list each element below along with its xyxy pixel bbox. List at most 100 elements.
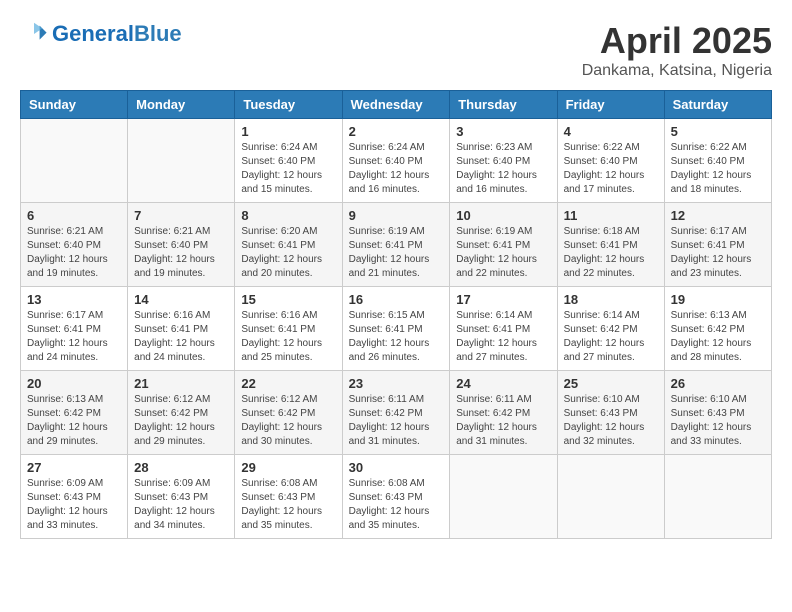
day-info: Sunrise: 6:16 AMSunset: 6:41 PMDaylight:…: [241, 309, 335, 365]
column-header-wednesday: Wednesday: [342, 91, 450, 119]
calendar-week-4: 20 Sunrise: 6:13 AMSunset: 6:42 PMDayligh…: [21, 371, 772, 455]
day-number: 18: [564, 292, 658, 307]
day-info: Sunrise: 6:08 AMSunset: 6:43 PMDaylight:…: [349, 477, 444, 533]
day-info: Sunrise: 6:19 AMSunset: 6:41 PMDaylight:…: [349, 225, 444, 281]
day-info: Sunrise: 6:13 AMSunset: 6:42 PMDaylight:…: [27, 393, 121, 449]
calendar-cell: 13 Sunrise: 6:17 AMSunset: 6:41 PMDayligh…: [21, 287, 128, 371]
day-info: Sunrise: 6:15 AMSunset: 6:41 PMDaylight:…: [349, 309, 444, 365]
calendar-cell: 19Sunrise: 6:13 AMSunset: 6:42 PMDayligh…: [664, 287, 771, 371]
calendar-header-row: SundayMondayTuesdayWednesdayThursdayFrid…: [21, 91, 772, 119]
calendar-cell: 23Sunrise: 6:11 AMSunset: 6:42 PMDayligh…: [342, 371, 450, 455]
calendar-cell: [557, 455, 664, 539]
day-number: 16: [349, 292, 444, 307]
day-info: Sunrise: 6:14 AMSunset: 6:42 PMDaylight:…: [564, 309, 658, 365]
day-number: 22: [241, 376, 335, 391]
column-header-saturday: Saturday: [664, 91, 771, 119]
day-info: Sunrise: 6:17 AMSunset: 6:41 PMDaylight:…: [27, 309, 121, 365]
day-info: Sunrise: 6:18 AMSunset: 6:41 PMDaylight:…: [564, 225, 658, 281]
day-info: Sunrise: 6:20 AMSunset: 6:41 PMDaylight:…: [241, 225, 335, 281]
day-number: 29: [241, 460, 335, 475]
calendar-cell: 14 Sunrise: 6:16 AMSunset: 6:41 PMDayligh…: [128, 287, 235, 371]
calendar-cell: 5 Sunrise: 6:22 AMSunset: 6:40 PMDaylight…: [664, 119, 771, 203]
day-number: 2: [349, 124, 444, 139]
calendar-cell: 12Sunrise: 6:17 AMSunset: 6:41 PMDayligh…: [664, 203, 771, 287]
calendar-cell: 25 Sunrise: 6:10 AMSunset: 6:43 PMDayligh…: [557, 371, 664, 455]
day-number: 25: [564, 376, 658, 391]
calendar-cell: 3 Sunrise: 6:23 AMSunset: 6:40 PMDaylight…: [450, 119, 557, 203]
page-header: GeneralBlue April 2025 Dankama, Katsina,…: [20, 20, 772, 80]
calendar-cell: 16 Sunrise: 6:15 AMSunset: 6:41 PMDayligh…: [342, 287, 450, 371]
day-number: 20: [27, 376, 121, 391]
calendar-cell: 27Sunrise: 6:09 AMSunset: 6:43 PMDayligh…: [21, 455, 128, 539]
calendar-week-2: 6 Sunrise: 6:21 AMSunset: 6:40 PMDaylight…: [21, 203, 772, 287]
day-info: Sunrise: 6:21 AMSunset: 6:40 PMDaylight:…: [27, 225, 121, 281]
day-number: 15: [241, 292, 335, 307]
day-number: 3: [456, 124, 550, 139]
day-number: 30: [349, 460, 444, 475]
day-info: Sunrise: 6:16 AMSunset: 6:41 PMDaylight:…: [134, 309, 228, 365]
day-number: 14: [134, 292, 228, 307]
day-info: Sunrise: 6:10 AMSunset: 6:43 PMDaylight:…: [564, 393, 658, 449]
day-info: Sunrise: 6:11 AMSunset: 6:42 PMDaylight:…: [456, 393, 550, 449]
calendar-cell: 6 Sunrise: 6:21 AMSunset: 6:40 PMDaylight…: [21, 203, 128, 287]
day-number: 13: [27, 292, 121, 307]
calendar-cell: 11 Sunrise: 6:18 AMSunset: 6:41 PMDayligh…: [557, 203, 664, 287]
day-info: Sunrise: 6:09 AMSunset: 6:43 PMDaylight:…: [134, 477, 228, 533]
day-number: 12: [671, 208, 765, 223]
calendar-cell: 4Sunrise: 6:22 AMSunset: 6:40 PMDaylight…: [557, 119, 664, 203]
calendar-cell: 1 Sunrise: 6:24 AMSunset: 6:40 PMDaylight…: [235, 119, 342, 203]
day-info: Sunrise: 6:12 AMSunset: 6:42 PMDaylight:…: [134, 393, 228, 449]
day-number: 4: [564, 124, 658, 139]
day-info: Sunrise: 6:21 AMSunset: 6:40 PMDaylight:…: [134, 225, 228, 281]
day-number: 23: [349, 376, 444, 391]
day-info: Sunrise: 6:22 AMSunset: 6:40 PMDaylight:…: [671, 141, 765, 197]
day-info: Sunrise: 6:10 AMSunset: 6:43 PMDaylight:…: [671, 393, 765, 449]
column-header-sunday: Sunday: [21, 91, 128, 119]
day-info: Sunrise: 6:09 AMSunset: 6:43 PMDaylight:…: [27, 477, 121, 533]
day-info: Sunrise: 6:24 AMSunset: 6:40 PMDaylight:…: [349, 141, 444, 197]
day-info: Sunrise: 6:14 AMSunset: 6:41 PMDaylight:…: [456, 309, 550, 365]
day-number: 26: [671, 376, 765, 391]
day-number: 17: [456, 292, 550, 307]
calendar-cell: [128, 119, 235, 203]
day-info: Sunrise: 6:19 AMSunset: 6:41 PMDaylight:…: [456, 225, 550, 281]
title-block: April 2025 Dankama, Katsina, Nigeria: [582, 20, 772, 80]
calendar-cell: 21 Sunrise: 6:12 AMSunset: 6:42 PMDayligh…: [128, 371, 235, 455]
logo-icon: [20, 20, 48, 48]
column-header-monday: Monday: [128, 91, 235, 119]
calendar-cell: 8 Sunrise: 6:20 AMSunset: 6:41 PMDaylight…: [235, 203, 342, 287]
calendar-week-3: 13 Sunrise: 6:17 AMSunset: 6:41 PMDayligh…: [21, 287, 772, 371]
calendar-cell: 29 Sunrise: 6:08 AMSunset: 6:43 PMDayligh…: [235, 455, 342, 539]
calendar-cell: 24 Sunrise: 6:11 AMSunset: 6:42 PMDayligh…: [450, 371, 557, 455]
day-number: 24: [456, 376, 550, 391]
logo-text: GeneralBlue: [52, 23, 182, 45]
calendar-cell: 15 Sunrise: 6:16 AMSunset: 6:41 PMDayligh…: [235, 287, 342, 371]
day-info: Sunrise: 6:23 AMSunset: 6:40 PMDaylight:…: [456, 141, 550, 197]
day-number: 6: [27, 208, 121, 223]
day-number: 1: [241, 124, 335, 139]
calendar-cell: 22 Sunrise: 6:12 AMSunset: 6:42 PMDayligh…: [235, 371, 342, 455]
calendar-cell: [664, 455, 771, 539]
calendar-cell: 20 Sunrise: 6:13 AMSunset: 6:42 PMDayligh…: [21, 371, 128, 455]
calendar-cell: 18 Sunrise: 6:14 AMSunset: 6:42 PMDayligh…: [557, 287, 664, 371]
day-info: Sunrise: 6:24 AMSunset: 6:40 PMDaylight:…: [241, 141, 335, 197]
day-number: 9: [349, 208, 444, 223]
day-info: Sunrise: 6:12 AMSunset: 6:42 PMDaylight:…: [241, 393, 335, 449]
day-number: 10: [456, 208, 550, 223]
calendar-cell: 10 Sunrise: 6:19 AMSunset: 6:41 PMDayligh…: [450, 203, 557, 287]
day-number: 11: [564, 208, 658, 223]
calendar: SundayMondayTuesdayWednesdayThursdayFrid…: [20, 90, 772, 539]
day-number: 19: [671, 292, 765, 307]
calendar-week-5: 27Sunrise: 6:09 AMSunset: 6:43 PMDayligh…: [21, 455, 772, 539]
day-number: 28: [134, 460, 228, 475]
day-number: 8: [241, 208, 335, 223]
location: Dankama, Katsina, Nigeria: [582, 62, 772, 80]
calendar-cell: 2 Sunrise: 6:24 AMSunset: 6:40 PMDaylight…: [342, 119, 450, 203]
column-header-friday: Friday: [557, 91, 664, 119]
calendar-cell: 26 Sunrise: 6:10 AMSunset: 6:43 PMDayligh…: [664, 371, 771, 455]
day-info: Sunrise: 6:08 AMSunset: 6:43 PMDaylight:…: [241, 477, 335, 533]
calendar-cell: 28 Sunrise: 6:09 AMSunset: 6:43 PMDayligh…: [128, 455, 235, 539]
calendar-week-1: 1 Sunrise: 6:24 AMSunset: 6:40 PMDaylight…: [21, 119, 772, 203]
day-number: 21: [134, 376, 228, 391]
day-number: 5: [671, 124, 765, 139]
